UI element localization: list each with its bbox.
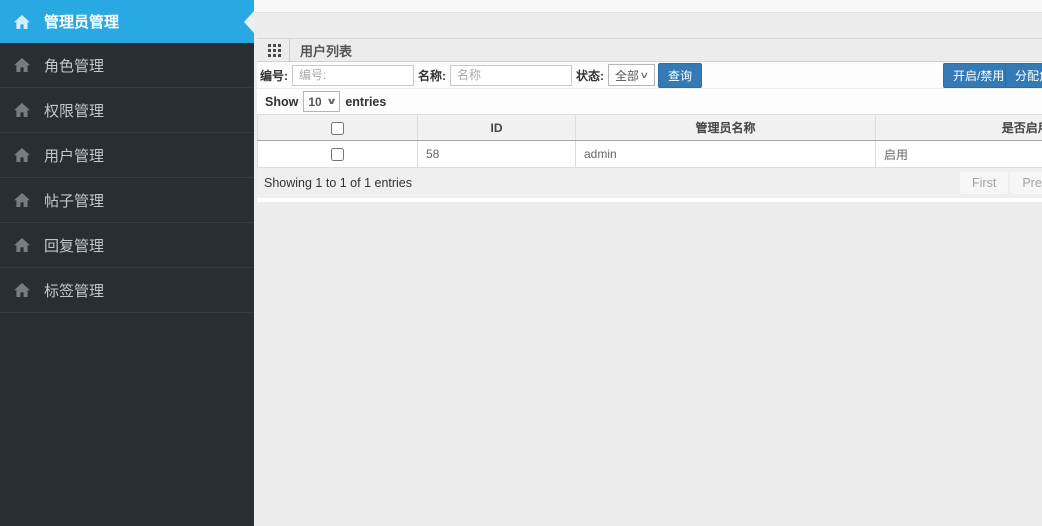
status-select[interactable]: 全部 ∨ bbox=[608, 64, 655, 86]
length-control: Show 10 ∨ entries bbox=[257, 89, 1042, 114]
status-filter-label: 状态: bbox=[576, 68, 604, 83]
assign-role-button[interactable]: 分配角色 bbox=[1005, 63, 1042, 88]
top-strip bbox=[254, 0, 1042, 13]
tab-user-list[interactable]: 用户列表 bbox=[289, 39, 362, 61]
cell-admin-name: admin bbox=[575, 140, 876, 168]
sidebar-item-permission-management[interactable]: 权限管理 bbox=[0, 88, 254, 133]
sidebar-item-tag-management[interactable]: 标签管理 bbox=[0, 268, 254, 313]
home-icon bbox=[14, 148, 30, 163]
sidebar-item-user-management[interactable]: 用户管理 bbox=[0, 133, 254, 178]
row-checkbox[interactable] bbox=[331, 148, 344, 162]
sidebar-item-label: 标签管理 bbox=[44, 282, 105, 300]
grid-icon bbox=[268, 43, 281, 57]
home-icon bbox=[14, 238, 30, 253]
col-header-id[interactable]: ID bbox=[417, 114, 576, 141]
page-length-value: 10 bbox=[308, 94, 322, 109]
col-header-enabled[interactable]: 是否启用 bbox=[875, 114, 1042, 141]
pagination: First Previous bbox=[960, 172, 1042, 194]
sidebar-item-role-management[interactable]: 角色管理 bbox=[0, 43, 254, 88]
cell-enabled: 启用 bbox=[875, 140, 1042, 168]
id-filter-input[interactable] bbox=[292, 64, 414, 86]
home-icon bbox=[14, 58, 30, 73]
first-page-button[interactable]: First bbox=[960, 172, 1009, 194]
row-select-cell bbox=[257, 140, 418, 168]
chevron-down-icon: ∨ bbox=[639, 69, 650, 80]
sidebar-item-post-management[interactable]: 帖子管理 bbox=[0, 178, 254, 223]
status-select-value: 全部 bbox=[615, 68, 640, 83]
tab-bar: 用户列表 bbox=[257, 38, 1042, 62]
users-table: ID 管理员名称 是否启用 58 admin 启用 bbox=[257, 114, 1042, 168]
active-item-arrow bbox=[244, 10, 254, 33]
id-filter-label: 编号: bbox=[260, 68, 288, 83]
select-all-header bbox=[257, 114, 418, 141]
user-list-panel: 用户列表 编号: 名称: 状态: 全部 ∨ 查询 开启/禁用 分配角色 Show bbox=[257, 38, 1042, 202]
panel-bottom-edge bbox=[257, 198, 1042, 202]
sidebar-item-reply-management[interactable]: 回复管理 bbox=[0, 223, 254, 268]
tab-label: 用户列表 bbox=[300, 43, 353, 59]
home-icon bbox=[14, 193, 30, 208]
show-label: Show bbox=[265, 94, 299, 109]
main-content: 用户列表 编号: 名称: 状态: 全部 ∨ 查询 开启/禁用 分配角色 Show bbox=[254, 0, 1042, 526]
sidebar-item-label: 帖子管理 bbox=[44, 192, 105, 210]
chevron-down-icon: ∨ bbox=[326, 96, 338, 106]
sidebar-item-label: 角色管理 bbox=[44, 57, 105, 75]
home-icon bbox=[14, 283, 30, 298]
table-info: Showing 1 to 1 of 1 entries bbox=[264, 176, 413, 190]
sidebar-item-label: 权限管理 bbox=[44, 102, 105, 120]
sidebar-item-admin-management[interactable]: 管理员管理 bbox=[0, 0, 254, 43]
sidebar: 管理员管理 角色管理 权限管理 用户管理 帖子管理 回复管理 标签管理 bbox=[0, 0, 254, 526]
cell-id: 58 bbox=[417, 140, 576, 168]
sidebar-item-label: 管理员管理 bbox=[44, 14, 120, 31]
sidebar-item-label: 回复管理 bbox=[44, 237, 105, 255]
name-filter-input[interactable] bbox=[450, 64, 572, 86]
enable-disable-button[interactable]: 开启/禁用 bbox=[943, 63, 1015, 88]
table-row: 58 admin 启用 bbox=[257, 140, 1042, 168]
previous-page-button[interactable]: Previous bbox=[1010, 172, 1042, 194]
panel-body: 编号: 名称: 状态: 全部 ∨ 查询 开启/禁用 分配角色 Show 10 ∨ bbox=[257, 62, 1042, 198]
col-header-admin-name[interactable]: 管理员名称 bbox=[575, 114, 876, 141]
home-icon bbox=[14, 103, 30, 118]
table-header-row: ID 管理员名称 是否启用 bbox=[257, 114, 1042, 141]
sidebar-item-label: 用户管理 bbox=[44, 147, 105, 165]
entries-label: entries bbox=[345, 94, 387, 109]
name-filter-label: 名称: bbox=[418, 68, 446, 83]
home-icon bbox=[14, 14, 30, 29]
select-all-checkbox[interactable] bbox=[331, 121, 344, 135]
table-footer: Showing 1 to 1 of 1 entries First Previo… bbox=[257, 168, 1042, 198]
filter-toolbar: 编号: 名称: 状态: 全部 ∨ 查询 开启/禁用 分配角色 bbox=[257, 62, 1042, 89]
page-length-select[interactable]: 10 ∨ bbox=[303, 91, 341, 112]
query-button[interactable]: 查询 bbox=[658, 62, 703, 88]
